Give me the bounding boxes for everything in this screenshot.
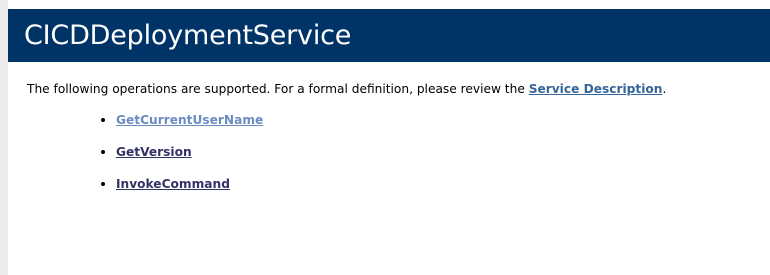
intro-text: The following operations are supported. …: [27, 82, 529, 96]
bullet-icon: [101, 182, 105, 186]
list-item: InvokeCommand: [98, 176, 263, 192]
service-description-link[interactable]: Service Description: [529, 82, 663, 96]
operations-list: GetCurrentUserName GetVersion InvokeComm…: [98, 112, 263, 208]
intro-trailing: .: [662, 82, 667, 96]
window-left-edge: [0, 0, 8, 275]
service-title: CICDDeploymentService: [24, 20, 352, 51]
bullet-icon: [101, 118, 105, 122]
page-header: CICDDeploymentService: [8, 9, 770, 62]
operation-link-getcurrentusername[interactable]: GetCurrentUserName: [116, 113, 263, 127]
list-item: GetCurrentUserName: [98, 112, 263, 128]
operation-link-invokecommand[interactable]: InvokeCommand: [116, 177, 230, 191]
bullet-icon: [101, 150, 105, 154]
operation-link-getversion[interactable]: GetVersion: [116, 145, 192, 159]
page: CICDDeploymentService The following oper…: [0, 0, 770, 275]
intro-paragraph: The following operations are supported. …: [27, 81, 666, 97]
list-item: GetVersion: [98, 144, 263, 160]
